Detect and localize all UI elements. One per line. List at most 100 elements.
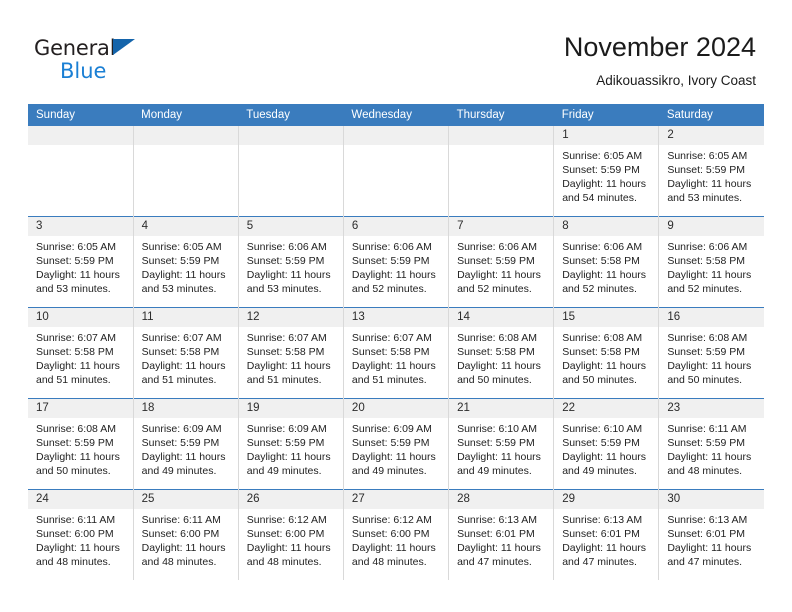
sunrise-text: Sunrise: 6:12 AM xyxy=(351,514,432,526)
calendar-day-cell[interactable]: 20 Sunrise: 6:09 AM Sunset: 5:59 PM Dayligh… xyxy=(343,398,450,490)
sunset-text: Sunset: 5:59 PM xyxy=(667,164,745,176)
daylight-text-line2: and 51 minutes. xyxy=(141,374,217,386)
daylight-text-line2: and 50 minutes. xyxy=(457,374,532,386)
sunrise-text: Sunrise: 6:07 AM xyxy=(36,332,116,344)
daylight-text-line1: Daylight: 11 hours xyxy=(351,451,436,463)
daylight-text-line2: and 48 minutes. xyxy=(36,556,111,568)
calendar-day-cell[interactable]: 10 Sunrise: 6:07 AM Sunset: 5:58 PM Dayligh… xyxy=(28,307,134,399)
calendar-day-cell[interactable]: 21 Sunrise: 6:10 AM Sunset: 5:59 PM Dayligh… xyxy=(448,398,555,490)
day-number: 14 xyxy=(449,308,554,327)
calendar-day-cell[interactable]: 17 Sunrise: 6:08 AM Sunset: 5:59 PM Dayligh… xyxy=(28,398,134,490)
daylight-text-line1: Daylight: 11 hours xyxy=(246,542,331,554)
day-number: 27 xyxy=(343,490,449,509)
daylight-text-line1: Daylight: 11 hours xyxy=(246,269,331,281)
sunrise-text: Sunrise: 6:13 AM xyxy=(562,514,643,526)
day-number: 7 xyxy=(449,217,554,236)
calendar-day-cell[interactable]: 16 Sunrise: 6:08 AM Sunset: 5:59 PM Dayligh… xyxy=(658,307,764,399)
calendar-day-cell[interactable]: 13 Sunrise: 6:07 AM Sunset: 5:58 PM Dayligh… xyxy=(343,307,450,399)
calendar-day-cell[interactable]: 24 Sunrise: 6:11 AM Sunset: 6:00 PM Dayligh… xyxy=(28,489,134,580)
day-details: Sunrise: 6:09 AM Sunset: 5:59 PM Daylight:… xyxy=(134,418,238,478)
calendar-day-cell[interactable]: 8 Sunrise: 6:06 AM Sunset: 5:58 PM Daylight… xyxy=(553,216,660,308)
day-details: Sunrise: 6:06 AM Sunset: 5:59 PM Daylight:… xyxy=(239,236,343,296)
daylight-text-line1: Daylight: 11 hours xyxy=(141,451,226,463)
day-details: Sunrise: 6:05 AM Sunset: 5:59 PM Daylight:… xyxy=(134,236,238,296)
calendar-day-cell[interactable]: 12 Sunrise: 6:07 AM Sunset: 5:58 PM Dayligh… xyxy=(238,307,344,399)
weekday-header-saturday: Saturday xyxy=(658,104,764,126)
daylight-text-line2: and 52 minutes. xyxy=(457,283,532,295)
weekday-header-wednesday: Wednesday xyxy=(343,104,449,126)
calendar-day-cell[interactable]: 26 Sunrise: 6:12 AM Sunset: 6:00 PM Dayligh… xyxy=(238,489,344,580)
page-header: General Blue November 2024 Adikouassikro… xyxy=(0,0,792,100)
day-number: 22 xyxy=(554,399,659,418)
calendar-day-cell[interactable]: 4 Sunrise: 6:05 AM Sunset: 5:59 PM Daylight… xyxy=(133,216,239,308)
day-number: 4 xyxy=(133,217,238,236)
sunset-text: Sunset: 5:58 PM xyxy=(36,346,114,358)
day-details: Sunrise: 6:06 AM Sunset: 5:58 PM Daylight:… xyxy=(659,236,764,296)
day-details: Sunrise: 6:08 AM Sunset: 5:58 PM Daylight:… xyxy=(449,327,553,387)
sunset-text: Sunset: 5:59 PM xyxy=(246,437,325,449)
daylight-text-line1: Daylight: 11 hours xyxy=(141,360,226,372)
calendar-day-cell[interactable]: 27 Sunrise: 6:12 AM Sunset: 6:00 PM Dayligh… xyxy=(343,489,450,580)
calendar-day-cell-empty xyxy=(343,126,450,217)
calendar-day-cell[interactable]: 15 Sunrise: 6:08 AM Sunset: 5:58 PM Dayligh… xyxy=(553,307,660,399)
calendar-day-cell[interactable]: 22 Sunrise: 6:10 AM Sunset: 5:59 PM Dayligh… xyxy=(553,398,660,490)
sunrise-text: Sunrise: 6:09 AM xyxy=(246,423,327,435)
calendar-week-row: 24 Sunrise: 6:11 AM Sunset: 6:00 PM Dayligh… xyxy=(28,489,764,580)
logo-triangle-icon xyxy=(113,39,135,55)
calendar-week-row: 17 Sunrise: 6:08 AM Sunset: 5:59 PM Dayligh… xyxy=(28,398,764,490)
day-number: 10 xyxy=(28,308,133,327)
calendar-day-cell[interactable]: 2 Sunrise: 6:05 AM Sunset: 5:59 PM Daylight… xyxy=(658,126,764,217)
calendar-day-cell[interactable]: 29 Sunrise: 6:13 AM Sunset: 6:01 PM Dayligh… xyxy=(553,489,660,580)
calendar-page: General Blue November 2024 Adikouassikro… xyxy=(0,0,792,612)
daylight-text-line2: and 52 minutes. xyxy=(351,283,427,295)
day-number xyxy=(238,126,343,145)
day-number: 17 xyxy=(28,399,133,418)
daylight-text-line2: and 50 minutes. xyxy=(562,374,637,386)
sunrise-text: Sunrise: 6:10 AM xyxy=(562,423,643,435)
day-number: 24 xyxy=(28,490,133,509)
calendar-day-cell-empty xyxy=(448,126,555,217)
day-details: Sunrise: 6:11 AM Sunset: 6:00 PM Daylight:… xyxy=(28,509,133,569)
calendar-day-cell[interactable]: 18 Sunrise: 6:09 AM Sunset: 5:59 PM Dayligh… xyxy=(133,398,239,490)
calendar-day-cell[interactable]: 11 Sunrise: 6:07 AM Sunset: 5:58 PM Dayligh… xyxy=(133,307,239,399)
day-number xyxy=(449,126,554,145)
sunrise-text: Sunrise: 6:13 AM xyxy=(667,514,748,526)
daylight-text-line1: Daylight: 11 hours xyxy=(667,360,752,372)
sunset-text: Sunset: 5:59 PM xyxy=(246,255,325,267)
calendar-day-cell[interactable]: 19 Sunrise: 6:09 AM Sunset: 5:59 PM Dayligh… xyxy=(238,398,344,490)
calendar-day-cell[interactable]: 28 Sunrise: 6:13 AM Sunset: 6:01 PM Dayligh… xyxy=(448,489,555,580)
calendar-day-cell[interactable]: 14 Sunrise: 6:08 AM Sunset: 5:58 PM Dayligh… xyxy=(448,307,555,399)
calendar-day-cell[interactable]: 30 Sunrise: 6:13 AM Sunset: 6:01 PM Dayligh… xyxy=(658,489,764,580)
day-number: 18 xyxy=(133,399,238,418)
daylight-text-line1: Daylight: 11 hours xyxy=(457,542,541,554)
calendar-day-cell[interactable]: 1 Sunrise: 6:05 AM Sunset: 5:59 PM Daylight… xyxy=(553,126,660,217)
calendar-day-cell[interactable]: 3 Sunrise: 6:05 AM Sunset: 5:59 PM Daylight… xyxy=(28,216,134,308)
day-number: 13 xyxy=(343,308,449,327)
calendar-day-cell[interactable]: 23 Sunrise: 6:11 AM Sunset: 5:59 PM Dayligh… xyxy=(658,398,764,490)
calendar-table: Sunday Monday Tuesday Wednesday Thursday… xyxy=(28,104,764,580)
calendar-day-cell[interactable]: 6 Sunrise: 6:06 AM Sunset: 5:59 PM Daylight… xyxy=(343,216,450,308)
calendar-day-cell[interactable]: 5 Sunrise: 6:06 AM Sunset: 5:59 PM Daylight… xyxy=(238,216,344,308)
title-block: November 2024 Adikouassikro, Ivory Coast xyxy=(564,30,756,89)
calendar-day-cell[interactable]: 25 Sunrise: 6:11 AM Sunset: 6:00 PM Dayligh… xyxy=(133,489,239,580)
daylight-text-line1: Daylight: 11 hours xyxy=(667,178,752,190)
calendar-day-cell[interactable]: 7 Sunrise: 6:06 AM Sunset: 5:59 PM Daylight… xyxy=(448,216,555,308)
daylight-text-line2: and 48 minutes. xyxy=(246,556,322,568)
calendar-week-row: 1 Sunrise: 6:05 AM Sunset: 5:59 PM Daylight… xyxy=(28,126,764,217)
daylight-text-line2: and 52 minutes. xyxy=(562,283,637,295)
day-number: 30 xyxy=(659,490,764,509)
sunrise-text: Sunrise: 6:06 AM xyxy=(246,241,327,253)
logo-word-general: General xyxy=(34,36,116,60)
daylight-text-line2: and 51 minutes. xyxy=(246,374,322,386)
weekday-header-sunday: Sunday xyxy=(28,104,134,126)
daylight-text-line1: Daylight: 11 hours xyxy=(36,451,120,463)
generalblue-logo[interactable]: General Blue xyxy=(34,36,194,84)
sunrise-text: Sunrise: 6:05 AM xyxy=(562,150,643,162)
day-details: Sunrise: 6:12 AM Sunset: 6:00 PM Daylight:… xyxy=(344,509,448,569)
calendar-day-cell[interactable]: 9 Sunrise: 6:06 AM Sunset: 5:58 PM Daylight… xyxy=(658,216,764,308)
sunrise-text: Sunrise: 6:06 AM xyxy=(562,241,643,253)
day-number: 12 xyxy=(238,308,343,327)
day-details: Sunrise: 6:06 AM Sunset: 5:58 PM Daylight:… xyxy=(554,236,658,296)
sunset-text: Sunset: 6:00 PM xyxy=(351,528,430,540)
day-details: Sunrise: 6:07 AM Sunset: 5:58 PM Daylight:… xyxy=(134,327,238,387)
